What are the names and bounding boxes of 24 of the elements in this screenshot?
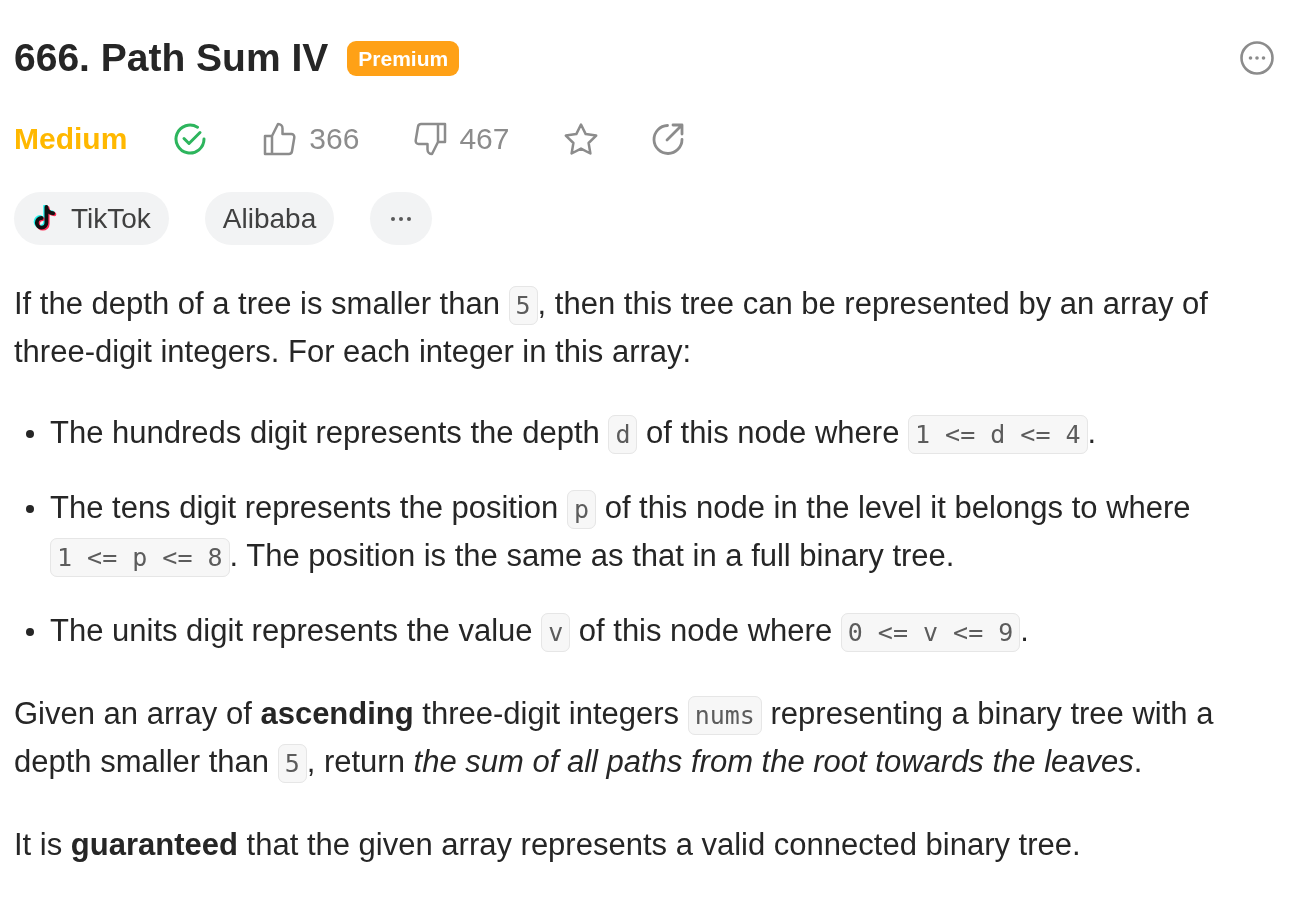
bullet-icon (26, 430, 34, 438)
music-note-icon (32, 205, 57, 232)
thumbs-down-icon (413, 122, 448, 156)
difficulty-label: Medium (14, 122, 128, 156)
thumbs-up-icon (263, 122, 298, 156)
company-tag[interactable]: Alibaba (204, 192, 335, 245)
description-paragraph: Given an array of ascending three-digit integers nums representing a binary tree with a depth smaller than 5 , return the sum of all paths from the root towards the leaves. (14, 691, 1290, 787)
bullet-icon (26, 505, 34, 513)
premium-badge: Premium (347, 40, 460, 76)
company-tag[interactable]: TikTok (14, 192, 169, 245)
more-options-button[interactable] (1240, 41, 1274, 75)
list-item-text: The hundreds digit represents the depth d of this node where 1 <= d <= 4 . (50, 410, 1290, 458)
list-item-text: The units digit represents the value v of this node where 0 <= v <= 9 . (50, 608, 1290, 656)
more-options-icon (1240, 41, 1274, 75)
favorite-button[interactable] (563, 122, 600, 156)
list-item-text: The tens digit represents the position p of this node in the level it belongs to where 1 <= p <= 8 . The position is the same as that in a full binary tree. (50, 485, 1290, 581)
share-button[interactable] (651, 122, 686, 156)
ellipsis-icon (391, 216, 412, 221)
share-icon (651, 122, 686, 156)
description-paragraph: It is guaranteed that the given array represents a valid connected binary tree. (14, 826, 1082, 864)
description-paragraph: If the depth of a tree is smaller than 5 , then this tree can be represented by an array of three-digit integers. For each integer in this array: (14, 285, 1209, 371)
star-icon (563, 122, 600, 156)
problem-title: 666. Path Sum IV (14, 35, 329, 81)
bullet-icon (26, 628, 34, 636)
